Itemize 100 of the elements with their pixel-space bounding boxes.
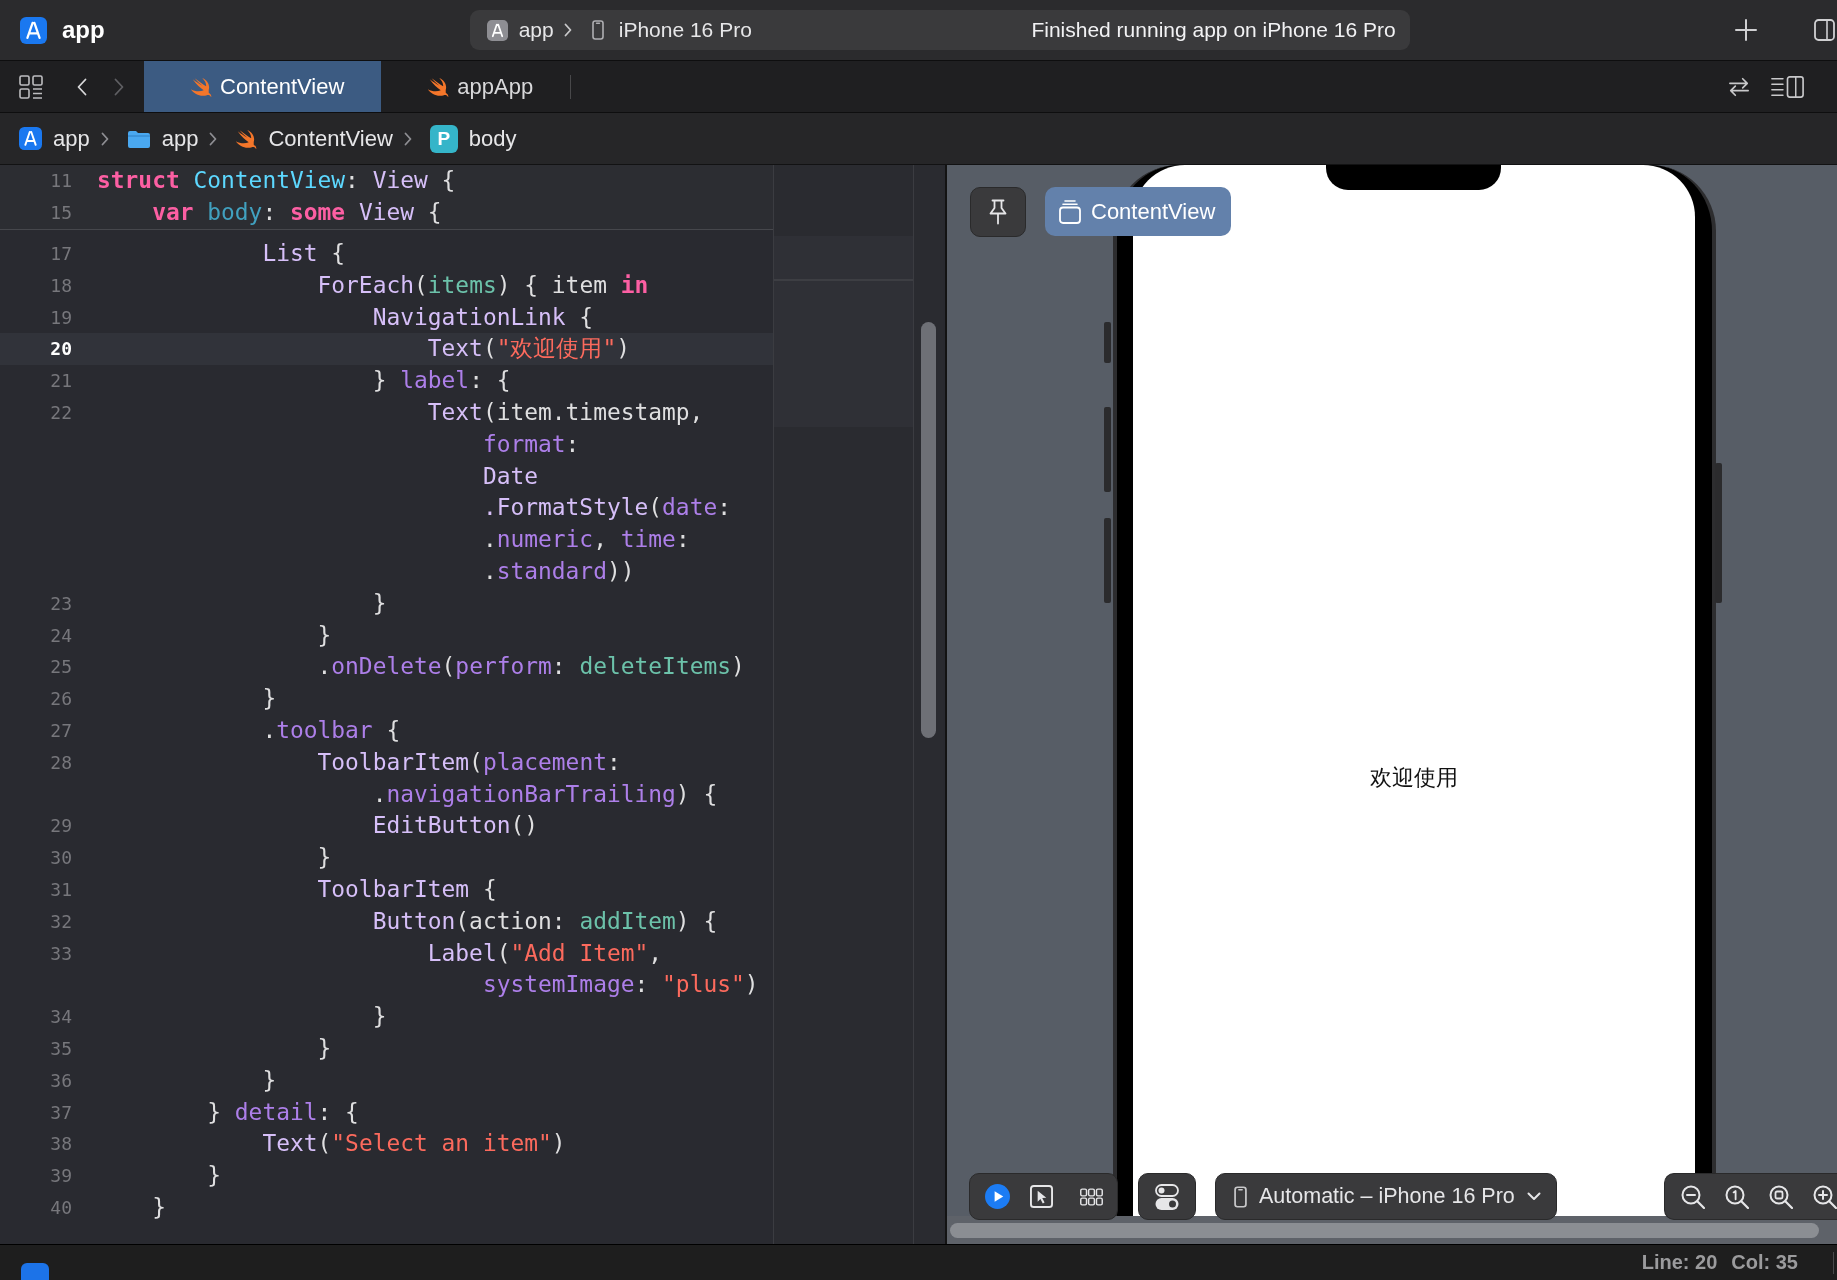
code-line: } label: { bbox=[371, 366, 511, 396]
line-number: 15 bbox=[50, 200, 72, 225]
zoom-out-icon[interactable] bbox=[1681, 1184, 1705, 1209]
code-line: struct ContentView: View { bbox=[97, 166, 456, 195]
play-icon[interactable] bbox=[985, 1184, 1010, 1209]
code-line: .onDelete(perform: deleteItems) bbox=[316, 652, 745, 682]
code-line: } bbox=[316, 1033, 332, 1063]
line-number: 30 bbox=[50, 846, 72, 871]
code-line: EditButton() bbox=[371, 811, 539, 841]
code-line: } detail: { bbox=[206, 1097, 359, 1127]
code-line: ToolbarItem { bbox=[316, 874, 497, 904]
back-icon[interactable] bbox=[77, 77, 87, 96]
toggles-icon bbox=[1155, 1183, 1179, 1210]
code-line: Text("Select an item") bbox=[261, 1129, 566, 1159]
code-line: Text(item.timestamp, format: Date .FormatStyle(date: .numeric, time: .standard)) bbox=[426, 397, 731, 586]
line-number: 23 bbox=[50, 591, 72, 616]
swap-arrows-icon[interactable] bbox=[1728, 76, 1750, 97]
run-destination-button[interactable]: iPhone 16 Pro bbox=[591, 18, 752, 42]
chevron-right-icon bbox=[100, 131, 109, 146]
code-line: Button(action: addItem) { bbox=[371, 906, 718, 936]
code-line: } bbox=[151, 1192, 166, 1222]
line-number: 21 bbox=[50, 369, 72, 394]
chevron-down-icon bbox=[1526, 1192, 1541, 1201]
chevron-right-icon bbox=[209, 131, 218, 146]
app-name: app bbox=[62, 16, 105, 44]
bird-icon bbox=[235, 128, 258, 149]
line-number: 25 bbox=[50, 655, 72, 680]
editor-tab[interactable]: appApp bbox=[381, 61, 571, 112]
scrollbar-thumb[interactable] bbox=[950, 1223, 1819, 1238]
line-indicator: Line: 20 bbox=[1641, 1251, 1718, 1274]
dots-grid-icon[interactable] bbox=[1080, 1187, 1103, 1206]
line-number: 38 bbox=[50, 1132, 72, 1157]
code-line: } bbox=[316, 620, 332, 650]
breadcrumb-item[interactable]: app bbox=[19, 125, 90, 152]
line-number: 32 bbox=[50, 909, 72, 934]
status-indicator-icon[interactable] bbox=[21, 1263, 49, 1280]
device-settings-button[interactable] bbox=[1138, 1173, 1196, 1220]
property-badge: P bbox=[429, 124, 458, 153]
app-icon bbox=[19, 127, 42, 150]
code-line: } bbox=[206, 1161, 222, 1191]
code-line: NavigationLink { bbox=[371, 302, 594, 332]
activity-status: Finished running app on iPhone 16 Pro bbox=[1031, 18, 1396, 42]
line-number: 34 bbox=[50, 1005, 72, 1030]
code-line: .toolbar { bbox=[261, 715, 401, 745]
line-number: 27 bbox=[50, 718, 72, 743]
code-line: } bbox=[371, 1002, 387, 1032]
grid-icon[interactable] bbox=[19, 74, 43, 99]
code-line: ForEach(items) { item in bbox=[316, 270, 649, 300]
app-icon bbox=[20, 16, 47, 44]
breadcrumb-item[interactable]: ContentView bbox=[235, 125, 393, 152]
breadcrumb-item[interactable]: P body bbox=[429, 124, 517, 153]
folder-icon bbox=[126, 128, 151, 149]
device-menu-button[interactable]: Automatic – iPhone 16 Pro bbox=[1215, 1173, 1557, 1220]
scheme-button[interactable]: app bbox=[486, 18, 554, 42]
code-line: ToolbarItem(placement: .navigationBarTrailing) { bbox=[316, 747, 718, 809]
line-number: 39 bbox=[50, 1164, 72, 1189]
code-line: Text("欢迎使用") bbox=[426, 334, 631, 364]
cursor-icon[interactable] bbox=[1030, 1185, 1053, 1208]
line-number: 18 bbox=[50, 273, 72, 298]
inspector-icon[interactable] bbox=[1770, 75, 1805, 98]
preview-title-button[interactable]: ContentView bbox=[1045, 187, 1232, 236]
bird-icon bbox=[190, 76, 212, 97]
zoom-actual-size-icon[interactable] bbox=[1725, 1184, 1749, 1209]
chevron-right-icon bbox=[563, 23, 572, 37]
editor-tab[interactable]: ContentView bbox=[144, 61, 382, 112]
pin-button[interactable] bbox=[970, 187, 1026, 237]
pin-icon bbox=[988, 199, 1008, 225]
code-line: } bbox=[261, 684, 277, 714]
chevron-right-icon bbox=[403, 131, 412, 146]
scrollbar-thumb[interactable] bbox=[921, 322, 936, 738]
code-line: } bbox=[316, 843, 332, 873]
line-number: 40 bbox=[50, 1195, 72, 1220]
line-number: 28 bbox=[50, 750, 72, 775]
line-number: 33 bbox=[50, 941, 72, 966]
zoom-in-icon[interactable] bbox=[1813, 1184, 1837, 1209]
zoom-to-fit-icon[interactable] bbox=[1769, 1184, 1793, 1209]
code-line: } bbox=[371, 588, 387, 618]
line-number: 35 bbox=[50, 1036, 72, 1061]
welcome-text: 欢迎使用 bbox=[1370, 765, 1458, 792]
bird-icon bbox=[427, 76, 450, 97]
phone-icon bbox=[591, 20, 604, 40]
plus-icon[interactable] bbox=[1734, 19, 1757, 41]
line-number: 37 bbox=[50, 1100, 72, 1125]
breadcrumb-item[interactable]: app bbox=[126, 125, 199, 152]
stack-icon bbox=[1059, 199, 1081, 224]
line-number: 29 bbox=[50, 814, 72, 839]
code-line: } bbox=[261, 1065, 277, 1095]
line-number: 31 bbox=[50, 877, 72, 902]
panel-icon[interactable] bbox=[1813, 19, 1835, 41]
code-line: List { bbox=[261, 239, 346, 268]
line-number: 22 bbox=[50, 400, 72, 425]
phone-side-key-drawing bbox=[1104, 322, 1111, 363]
code-line: var body: some View { bbox=[151, 197, 442, 227]
line-number: 24 bbox=[50, 623, 72, 648]
line-number: 17 bbox=[50, 242, 72, 266]
line-number: 26 bbox=[50, 687, 72, 712]
line-number: 36 bbox=[50, 1068, 72, 1093]
line-number: 19 bbox=[50, 305, 72, 330]
column-indicator: Col: 35 bbox=[1731, 1251, 1798, 1274]
app-icon bbox=[486, 19, 508, 41]
